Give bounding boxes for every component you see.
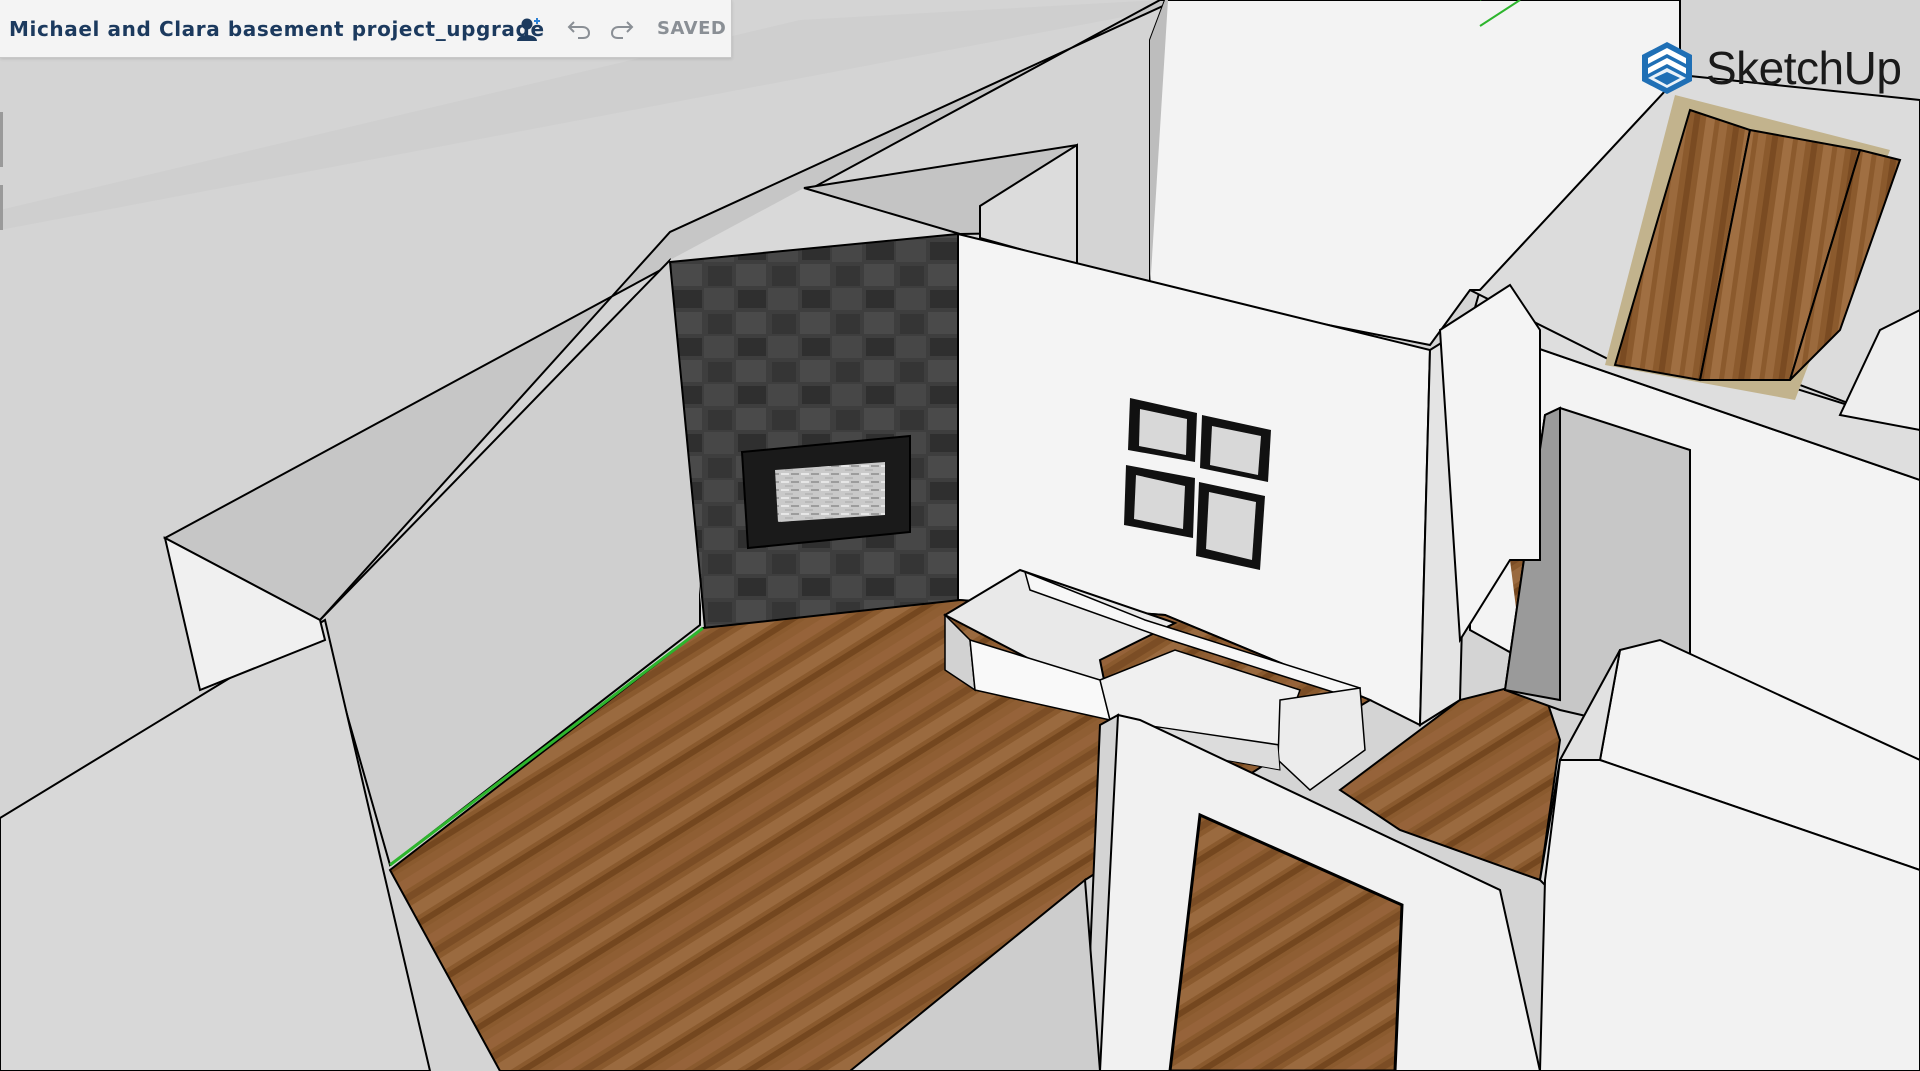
sketchup-logo: SketchUp [1640, 38, 1902, 98]
document-title[interactable]: Michael and Clara basement project_upgra… [9, 17, 545, 41]
3d-model-scene[interactable] [0, 0, 1920, 1071]
sketchup-logo-icon [1642, 42, 1692, 94]
redo-button[interactable] [606, 13, 638, 45]
modeling-viewport[interactable]: Michael and Clara basement project_upgra… [0, 0, 1920, 1071]
redo-icon [610, 21, 634, 39]
save-status: SAVED [657, 18, 727, 39]
add-user-icon [517, 18, 540, 41]
undo-icon [567, 21, 591, 39]
collaborator-button[interactable] [513, 13, 545, 45]
viewport-edge-marker [0, 112, 3, 167]
undo-button[interactable] [563, 13, 595, 45]
brand-name: SketchUp [1706, 42, 1902, 94]
viewport-edge-marker [0, 185, 3, 230]
document-title-bar: Michael and Clara basement project_upgra… [0, 0, 732, 58]
